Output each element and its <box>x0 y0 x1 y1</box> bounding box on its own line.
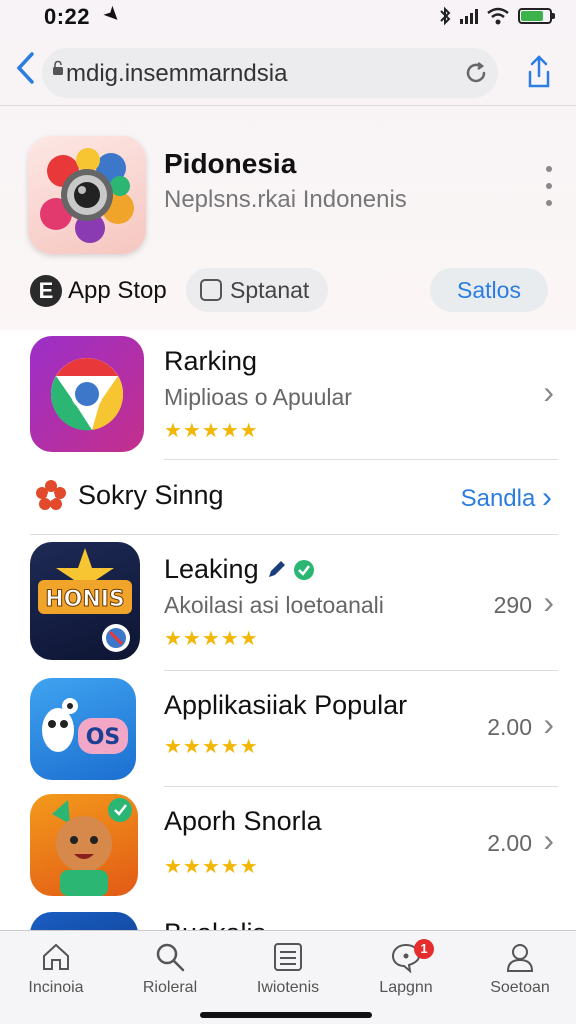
row-title: Rarking <box>164 346 258 376</box>
list-icon <box>274 943 302 971</box>
tab-profile[interactable]: Soetoan <box>470 941 570 1011</box>
app-store-logo-icon: E <box>30 275 62 307</box>
list-item[interactable]: Aporh Snorla ★★★★★ 2.00 › <box>0 792 576 900</box>
pencil-icon <box>268 560 285 577</box>
app-store-label: App Stop <box>68 277 167 304</box>
sptanat-toggle-chip[interactable]: Sptanat <box>186 268 328 312</box>
divider <box>164 670 558 671</box>
star-rating: ★★★★★ <box>164 420 259 442</box>
flower-lens-icon <box>40 148 134 243</box>
social-icon-text: OS <box>86 725 121 750</box>
bluetooth-icon <box>440 6 451 26</box>
row-title: Aporh Snorla <box>164 806 322 836</box>
chevron-right-icon: › <box>542 481 552 514</box>
chevron-right-icon: › <box>543 822 554 858</box>
row-value: 290 <box>493 592 532 618</box>
tab-chat[interactable]: 1 Lapgnn <box>356 939 456 1011</box>
tab-home[interactable]: Incinoia <box>6 941 106 1011</box>
divider <box>164 786 558 787</box>
row-title: Leaking <box>164 554 259 584</box>
divider <box>30 534 558 535</box>
search-icon <box>156 943 185 972</box>
address-bar[interactable]: mdig.insemmarndsia <box>42 48 498 98</box>
chevron-right-icon: › <box>543 374 554 410</box>
reload-icon[interactable] <box>462 59 490 87</box>
sptanat-label: Sptanat <box>230 276 310 303</box>
more-options-icon[interactable] <box>546 166 554 206</box>
tab-list[interactable]: Iwiotenis <box>238 941 338 1011</box>
home-icon <box>43 943 69 970</box>
game-banner-icon: HONIS <box>38 548 132 652</box>
list-item[interactable]: Buakalis <box>0 910 576 932</box>
tab-search[interactable]: Rioleral <box>120 941 220 1011</box>
row-title: Applikasiiak Popular <box>164 690 408 720</box>
app-icon[interactable] <box>28 136 146 254</box>
verified-badge-icon <box>293 559 314 580</box>
divider <box>164 459 558 460</box>
lock-icon <box>53 60 63 75</box>
back-button[interactable] <box>14 50 44 92</box>
row-subtitle: Miplioas o Apuular <box>164 384 352 410</box>
battery-icon <box>518 8 555 24</box>
partial-app-icon <box>30 912 138 932</box>
social-app-icon: OS <box>30 678 136 780</box>
app-subtitle: Neplsns.rkai Indonenis <box>164 186 407 213</box>
list-item[interactable]: OS Applikasiiak Popular ★★★★★ 2.00 › <box>0 676 576 784</box>
list-item[interactable]: Rarking Miplioas o Apuular ★★★★★ › <box>0 334 576 458</box>
cellular-signal-icon <box>460 8 478 24</box>
tab-label: Rioleral <box>142 979 198 996</box>
person-icon <box>506 944 534 972</box>
status-bar: 0:22 ➤ <box>0 0 576 34</box>
browser-app-icon <box>30 336 144 452</box>
url-text: mdig.insemmarndsia <box>66 60 288 87</box>
section-header: Sokry Sinng Sandla › <box>0 466 576 524</box>
fox-character-icon <box>52 798 132 896</box>
app-title: Pidonesia <box>164 148 297 179</box>
home-indicator[interactable] <box>200 1012 372 1018</box>
status-icons <box>438 6 555 26</box>
list-item[interactable]: HONIS Leaking Akoilasi asi loetoanali ★★… <box>0 542 576 666</box>
star-rating: ★★★★★ <box>164 628 259 650</box>
star-rating: ★★★★★ <box>164 856 259 878</box>
tab-label: Lapgnn <box>379 979 433 996</box>
mascot-icon: OS <box>42 698 128 754</box>
row-value: 2.00 <box>487 714 532 740</box>
satlos-button[interactable]: Satlos <box>430 268 548 312</box>
tab-label: Iwiotenis <box>256 979 320 996</box>
browser-toolbar: mdig.insemmarndsia <box>0 40 576 106</box>
game-app-icon: HONIS <box>30 542 140 660</box>
section-title: Sokry Sinng <box>78 480 224 510</box>
see-all-label: Sandla <box>460 485 536 512</box>
game-icon-text: HONIS <box>45 587 125 612</box>
checkbox-icon[interactable] <box>200 279 222 301</box>
wifi-icon <box>487 7 509 25</box>
tab-bar: Incinoia Rioleral Iwiotenis 1 Lapgnn Soe… <box>0 930 576 1024</box>
share-icon[interactable] <box>524 54 554 90</box>
app-header: Pidonesia Neplsns.rkai Indonenis E App S… <box>0 128 576 328</box>
row-value: 2.00 <box>487 830 532 856</box>
star-rating: ★★★★★ <box>164 736 259 758</box>
status-time: 0:22 <box>44 4 91 29</box>
location-arrow-icon: ➤ <box>98 1 126 29</box>
chevron-left-icon <box>16 52 34 84</box>
row-subtitle: Akoilasi asi loetoanali <box>164 592 384 618</box>
tab-label: Incinoia <box>28 979 84 996</box>
chip-row: E App Stop Sptanat Satlos <box>0 268 576 314</box>
chevron-right-icon: › <box>543 706 554 742</box>
character-app-icon <box>30 794 138 896</box>
flower-icon <box>36 480 66 510</box>
notification-badge: 1 <box>414 939 434 959</box>
tab-label: Soetoan <box>490 979 550 996</box>
row-title-wrap: Leaking <box>164 554 315 585</box>
see-all-link[interactable]: Sandla › <box>461 480 552 514</box>
app-store-screen: 0:22 ➤ mdig.insemmarndsia Pidonesia Nepl… <box>0 0 576 1024</box>
chevron-right-icon: › <box>543 584 554 620</box>
chrome-icon <box>50 358 124 431</box>
app-store-chip[interactable]: E App Stop <box>30 270 167 312</box>
